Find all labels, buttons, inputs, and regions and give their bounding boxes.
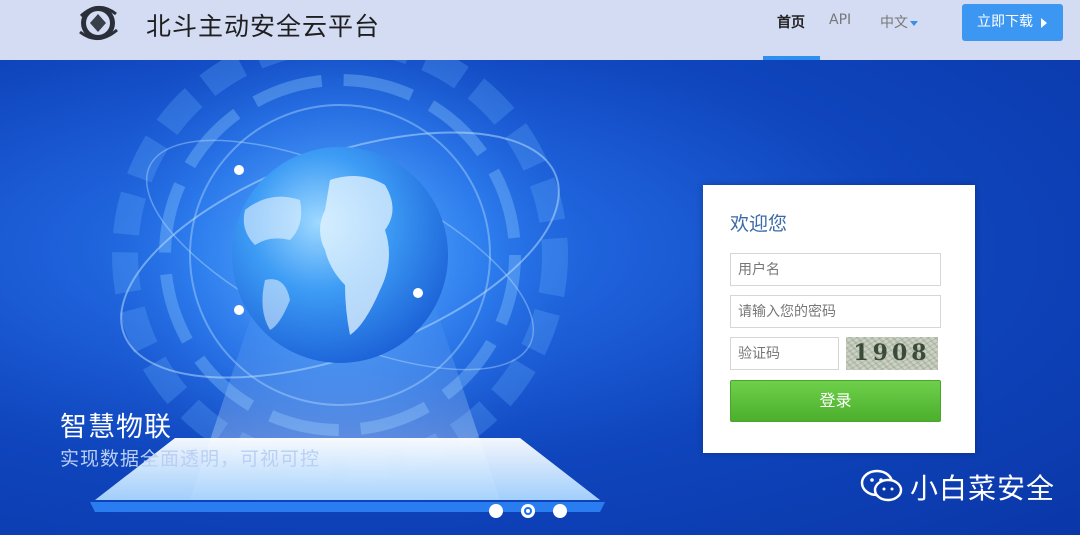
site-title: 北斗主动安全云平台 — [146, 12, 381, 41]
login-card: 欢迎您 1908 登录 — [703, 185, 975, 453]
login-title: 欢迎您 — [730, 213, 788, 235]
wechat-icon — [860, 469, 903, 502]
carousel-dot-3[interactable] — [553, 504, 567, 518]
login-button[interactable]: 登录 — [730, 380, 941, 422]
caret-down-icon — [910, 20, 918, 26]
captcha-image[interactable]: 1908 — [846, 337, 938, 370]
nav-language-dropdown[interactable]: 中文 — [880, 12, 918, 32]
download-button-label: 立即下载 — [977, 14, 1033, 30]
hero-subtitle: 实现数据全面透明，可视可控 — [60, 448, 321, 470]
password-input[interactable] — [730, 295, 941, 328]
play-arrow-icon — [1041, 18, 1047, 28]
username-input[interactable] — [730, 253, 941, 286]
watermark-text: 小白菜安全 — [910, 472, 1056, 505]
download-button[interactable]: 立即下载 — [962, 4, 1063, 41]
captcha-input[interactable] — [730, 337, 839, 370]
language-label: 中文 — [880, 15, 908, 31]
globe-shield-logo-icon[interactable] — [72, 2, 124, 44]
top-header: 北斗主动安全云平台 首页 API 中文 立即下载 — [0, 0, 1080, 60]
carousel-dot-1[interactable] — [489, 504, 503, 518]
carousel-indicators — [489, 504, 569, 520]
nav-home[interactable]: 首页 — [777, 12, 805, 32]
carousel-dot-2-active[interactable] — [521, 504, 535, 518]
nav-api[interactable]: API — [829, 12, 851, 28]
hero-title: 智慧物联 — [60, 412, 172, 443]
